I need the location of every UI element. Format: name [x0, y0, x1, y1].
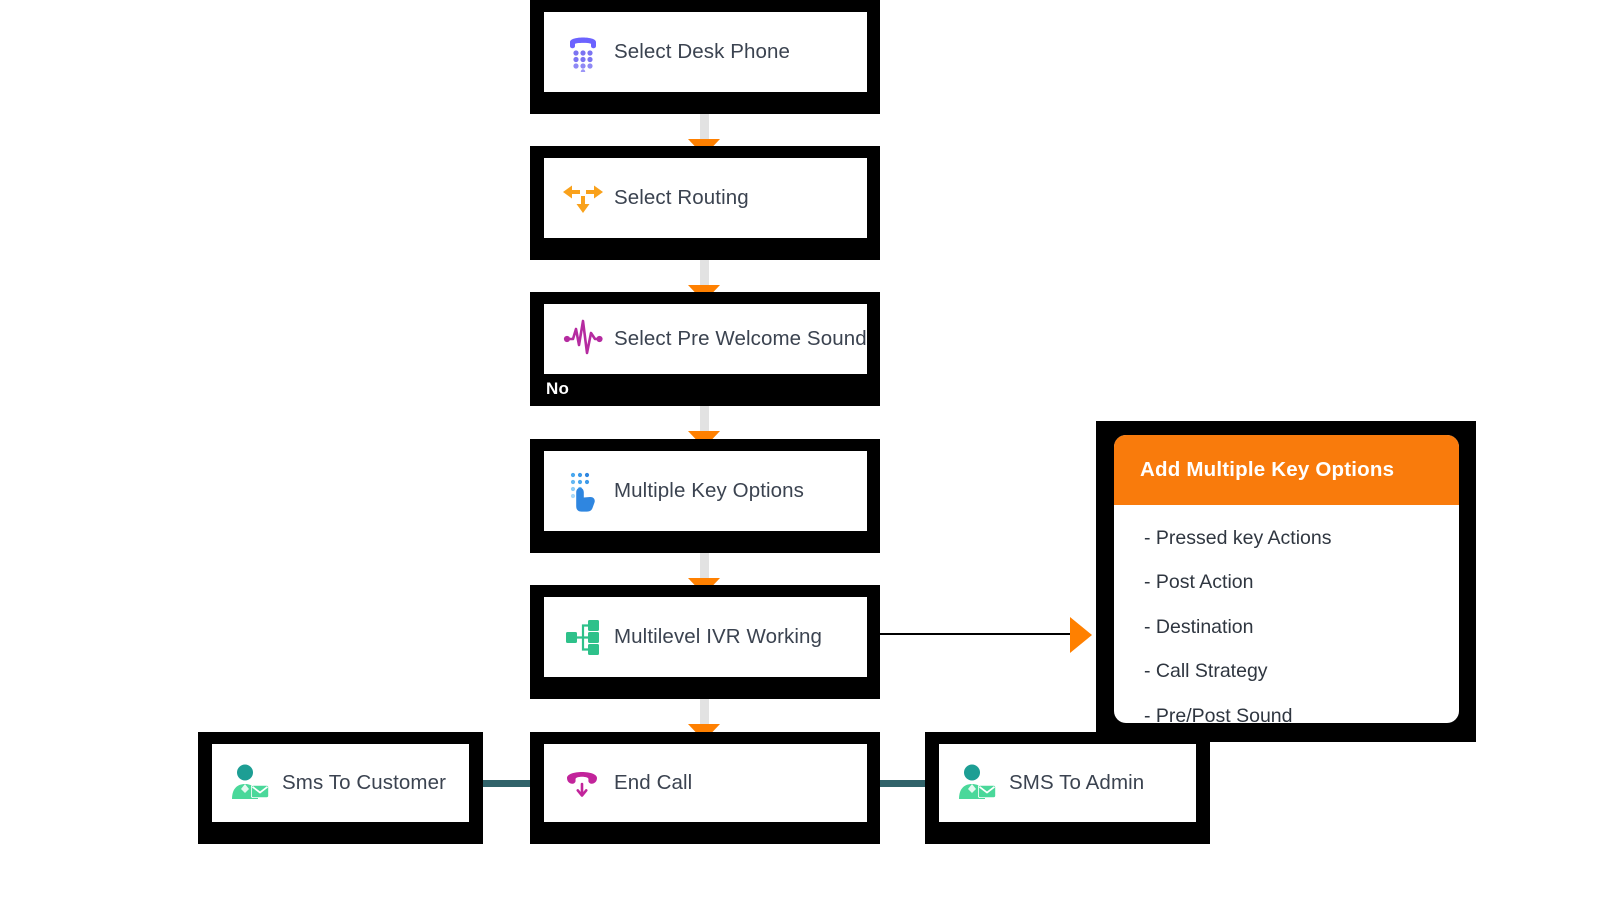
node-sms-to-admin-card: SMS To Admin [939, 744, 1196, 822]
add-key-options-panel[interactable]: Add Multiple Key Options - Pressed key A… [1114, 435, 1459, 723]
end-call-icon [562, 761, 604, 805]
ivr-flow-diagram: Add Multiple Key Options - Pressed key A… [0, 0, 1600, 919]
node-select-desk-phone[interactable]: Select Desk Phone [530, 0, 880, 114]
node-select-pre-welcome-sound[interactable]: Select Pre Welcome Sound No [530, 292, 880, 406]
node-multilevel-ivr-working-card: Multilevel IVR Working [544, 597, 867, 677]
node-label: End Call [614, 770, 693, 794]
node-sms-to-customer[interactable]: Sms To Customer [198, 732, 483, 844]
panel-header: Add Multiple Key Options [1114, 435, 1459, 505]
node-end-call[interactable]: End Call [530, 732, 880, 844]
node-select-routing[interactable]: Select Routing [530, 146, 880, 260]
user-message-icon [957, 761, 999, 805]
routing-arrows-icon [562, 176, 604, 220]
node-label: Select Desk Phone [614, 39, 791, 63]
node-label: Sms To Customer [282, 770, 447, 794]
sound-wave-icon [562, 317, 604, 361]
panel-list-item: - Post Action [1144, 571, 1254, 594]
node-sms-to-customer-card: Sms To Customer [212, 744, 469, 822]
connector-ivr-to-panel [878, 633, 1076, 635]
node-label: Select Pre Welcome Sound [614, 326, 867, 350]
connector-arrow-panel [1070, 617, 1092, 653]
node-end-call-card: End Call [544, 744, 867, 822]
desk-phone-icon [562, 30, 604, 74]
panel-body: - Pressed key Actions - Post Action - De… [1114, 505, 1459, 723]
branch-label-no: No [546, 379, 570, 398]
panel-list-item: - Call Strategy [1144, 660, 1268, 683]
panel-title: Add Multiple Key Options [1140, 458, 1395, 481]
panel-list-item: - Destination [1144, 615, 1254, 638]
panel-list-item: - Pre/Post Sound [1144, 704, 1293, 723]
hierarchy-icon [562, 615, 604, 659]
node-sms-to-admin[interactable]: SMS To Admin [925, 732, 1210, 844]
node-multiple-key-options-card: Multiple Key Options [544, 451, 867, 531]
panel-list-item: - Pressed key Actions [1144, 527, 1332, 549]
node-label: Select Routing [614, 185, 749, 209]
node-label: Multilevel IVR Working [614, 624, 823, 648]
node-multilevel-ivr-working[interactable]: Multilevel IVR Working [530, 585, 880, 699]
keypad-touch-icon [562, 469, 604, 513]
node-multiple-key-options[interactable]: Multiple Key Options [530, 439, 880, 553]
node-select-desk-phone-card: Select Desk Phone [544, 12, 867, 92]
node-select-pre-welcome-sound-card: Select Pre Welcome Sound [544, 304, 867, 374]
user-message-icon [230, 761, 272, 805]
node-select-routing-card: Select Routing [544, 158, 867, 238]
node-label: SMS To Admin [1009, 770, 1145, 794]
node-label: Multiple Key Options [614, 478, 805, 502]
